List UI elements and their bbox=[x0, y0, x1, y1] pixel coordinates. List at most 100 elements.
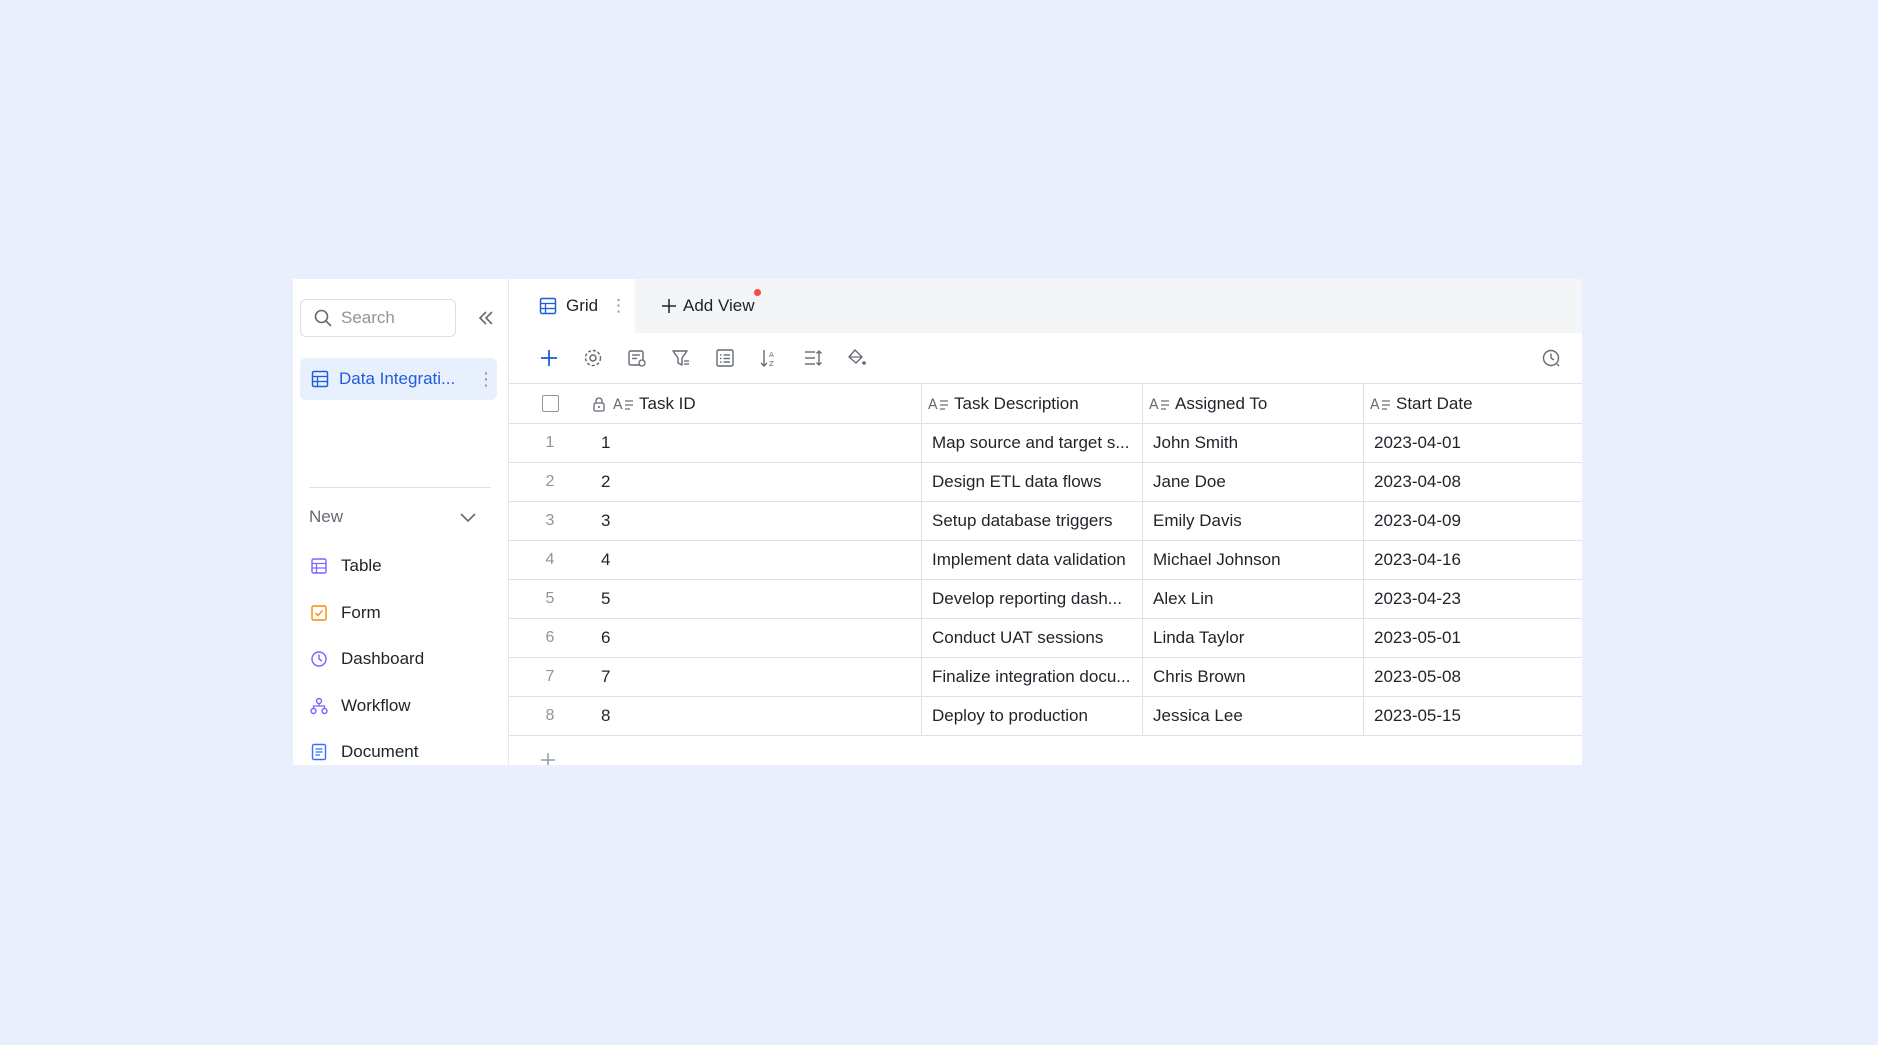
form-icon bbox=[309, 603, 329, 623]
svg-text:A: A bbox=[613, 397, 623, 412]
start-date-cell[interactable]: 2023-05-08 bbox=[1363, 658, 1582, 696]
more-options-icon[interactable]: ⋮ bbox=[477, 369, 495, 390]
settings-button[interactable] bbox=[581, 346, 605, 370]
view-tabbar: Grid ⋮ Add View bbox=[509, 279, 1582, 333]
table-row[interactable]: 4 4 Implement data validation Michael Jo… bbox=[509, 541, 1582, 580]
tab-grid-label: Grid bbox=[566, 296, 599, 315]
assigned-to-cell[interactable]: Jessica Lee bbox=[1142, 697, 1363, 735]
task-id-cell[interactable]: 5 bbox=[591, 580, 921, 618]
column-header-assigned-to[interactable]: A Assigned To bbox=[1142, 384, 1363, 423]
start-date-cell[interactable]: 2023-04-08 bbox=[1363, 463, 1582, 501]
start-date-cell[interactable]: 2023-04-01 bbox=[1363, 424, 1582, 462]
task-id-cell[interactable]: 2 bbox=[591, 463, 921, 501]
double-chevron-left-icon bbox=[478, 311, 493, 325]
table-row[interactable]: 1 1 Map source and target s... John Smit… bbox=[509, 424, 1582, 463]
column-header-task-description[interactable]: A Task Description bbox=[921, 384, 1142, 423]
assigned-to-cell[interactable]: Chris Brown bbox=[1142, 658, 1363, 696]
table-row[interactable]: 3 3 Setup database triggers Emily Davis … bbox=[509, 502, 1582, 541]
filter-button[interactable] bbox=[669, 346, 693, 370]
table-row[interactable]: 2 2 Design ETL data flows Jane Doe 2023-… bbox=[509, 463, 1582, 502]
toolbar: A Z bbox=[509, 333, 1582, 383]
task-description-cell[interactable]: Develop reporting dash... bbox=[921, 580, 1142, 618]
add-record-button[interactable] bbox=[537, 346, 561, 370]
tab-grid[interactable]: Grid ⋮ bbox=[509, 279, 635, 333]
search-box[interactable] bbox=[300, 299, 456, 337]
task-id-cell[interactable]: 3 bbox=[591, 502, 921, 540]
sort-button[interactable]: A Z bbox=[757, 346, 781, 370]
new-section-toggle[interactable]: New bbox=[309, 507, 477, 527]
start-date-cell[interactable]: 2023-04-16 bbox=[1363, 541, 1582, 579]
table-row[interactable]: 8 8 Deploy to production Jessica Lee 202… bbox=[509, 697, 1582, 736]
assigned-to-cell[interactable]: John Smith bbox=[1142, 424, 1363, 462]
task-id-cell[interactable]: 4 bbox=[591, 541, 921, 579]
task-description-cell[interactable]: Map source and target s... bbox=[921, 424, 1142, 462]
settings-icon bbox=[584, 349, 602, 367]
assigned-to-cell[interactable]: Jane Doe bbox=[1142, 463, 1363, 501]
new-dashboard-item[interactable]: Dashboard bbox=[309, 646, 424, 672]
search-input[interactable] bbox=[341, 308, 451, 328]
task-id-cell[interactable]: 7 bbox=[591, 658, 921, 696]
app-window: Data Integrati... ⋮ New Table bbox=[293, 279, 1582, 765]
task-description-cell[interactable]: Implement data validation bbox=[921, 541, 1142, 579]
sidebar-divider bbox=[309, 487, 491, 488]
table-icon bbox=[309, 556, 329, 576]
task-description-cell[interactable]: Setup database triggers bbox=[921, 502, 1142, 540]
start-date-cell[interactable]: 2023-04-09 bbox=[1363, 502, 1582, 540]
new-form-item[interactable]: Form bbox=[309, 600, 381, 626]
collapse-sidebar-button[interactable] bbox=[473, 305, 499, 331]
task-id-cell[interactable]: 6 bbox=[591, 619, 921, 657]
main-area: Grid ⋮ Add View A Z A Task ID A Task Des… bbox=[509, 279, 1582, 765]
add-view-button[interactable]: Add View bbox=[661, 279, 755, 333]
fill-color-button[interactable] bbox=[845, 346, 869, 370]
dashboard-icon bbox=[309, 649, 329, 669]
task-description-cell[interactable]: Finalize integration docu... bbox=[921, 658, 1142, 696]
sidebar-item-data-integration[interactable]: Data Integrati... ⋮ bbox=[300, 358, 497, 400]
task-id-cell[interactable]: 8 bbox=[591, 697, 921, 735]
start-date-cell[interactable]: 2023-04-23 bbox=[1363, 580, 1582, 618]
add-row-button[interactable] bbox=[537, 749, 559, 765]
svg-text:Z: Z bbox=[769, 360, 774, 368]
text-field-icon: A bbox=[928, 397, 948, 412]
column-header-task-id[interactable]: A Task ID bbox=[591, 384, 921, 423]
text-field-icon: A bbox=[1149, 397, 1169, 412]
grid-view-icon bbox=[539, 297, 557, 315]
table-header-row: A Task ID A Task Description A Assigned … bbox=[509, 383, 1582, 424]
assigned-to-cell[interactable]: Emily Davis bbox=[1142, 502, 1363, 540]
table-row[interactable]: 7 7 Finalize integration docu... Chris B… bbox=[509, 658, 1582, 697]
new-table-item[interactable]: Table bbox=[309, 553, 382, 579]
search-row bbox=[300, 299, 499, 337]
task-description-cell[interactable]: Design ETL data flows bbox=[921, 463, 1142, 501]
task-description-cell[interactable]: Deploy to production bbox=[921, 697, 1142, 735]
start-date-cell[interactable]: 2023-05-15 bbox=[1363, 697, 1582, 735]
task-id-cell[interactable]: 1 bbox=[591, 424, 921, 462]
search-icon bbox=[314, 309, 332, 327]
menu-item-label: Table bbox=[341, 556, 382, 575]
select-all-checkbox[interactable] bbox=[541, 395, 559, 412]
svg-text:A: A bbox=[769, 351, 774, 359]
start-date-cell[interactable]: 2023-05-01 bbox=[1363, 619, 1582, 657]
assigned-to-cell[interactable]: Michael Johnson bbox=[1142, 541, 1363, 579]
tab-more-icon[interactable]: ⋮ bbox=[610, 296, 627, 316]
row-height-button[interactable] bbox=[801, 346, 825, 370]
field-config-icon bbox=[628, 350, 646, 367]
svg-text:A: A bbox=[1370, 397, 1380, 412]
select-all-cell bbox=[509, 384, 591, 423]
new-workflow-item[interactable]: Workflow bbox=[309, 693, 411, 719]
history-button[interactable] bbox=[1539, 346, 1563, 370]
menu-item-label: Dashboard bbox=[341, 649, 425, 668]
assigned-to-cell[interactable]: Linda Taylor bbox=[1142, 619, 1363, 657]
column-header-start-date[interactable]: A Start Date bbox=[1363, 384, 1582, 423]
plus-icon bbox=[662, 299, 676, 313]
row-number: 4 bbox=[545, 551, 555, 568]
assigned-to-cell[interactable]: Alex Lin bbox=[1142, 580, 1363, 618]
text-field-icon: A bbox=[613, 397, 633, 412]
table-row[interactable]: 6 6 Conduct UAT sessions Linda Taylor 20… bbox=[509, 619, 1582, 658]
group-button[interactable] bbox=[713, 346, 737, 370]
table-row[interactable]: 5 5 Develop reporting dash... Alex Lin 2… bbox=[509, 580, 1582, 619]
column-header-label: Assigned To bbox=[1175, 393, 1268, 413]
new-document-item[interactable]: Document bbox=[309, 739, 418, 765]
task-description-cell[interactable]: Conduct UAT sessions bbox=[921, 619, 1142, 657]
add-view-label: Add View bbox=[683, 296, 755, 315]
field-config-button[interactable] bbox=[625, 346, 649, 370]
column-header-label: Start Date bbox=[1396, 393, 1473, 413]
